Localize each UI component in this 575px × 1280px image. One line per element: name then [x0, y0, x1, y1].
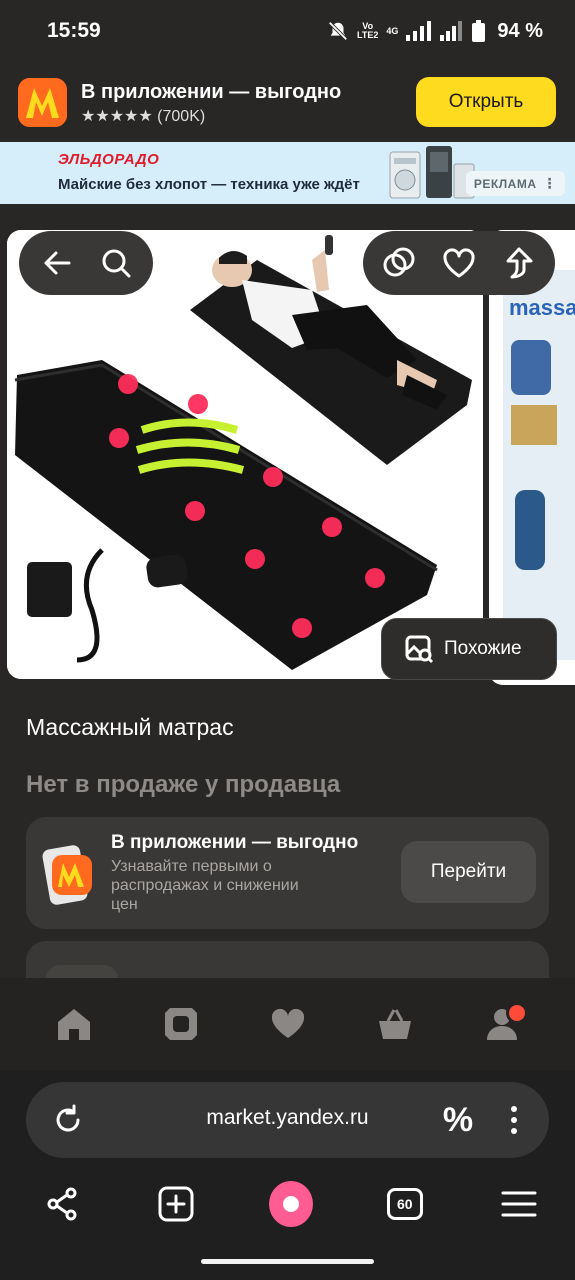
product-title: Массажный матрас: [26, 714, 234, 740]
product-gallery[interactable]: massage Похожие: [0, 230, 575, 685]
compare-icon: [383, 247, 415, 277]
tab-home[interactable]: [44, 994, 104, 1054]
similar-label: Похожие: [444, 638, 522, 659]
open-app-button[interactable]: Открыть: [416, 77, 556, 127]
tabs-switcher-button[interactable]: 60: [383, 1182, 427, 1226]
image-search-icon: [405, 635, 434, 664]
alice-button[interactable]: [268, 1181, 313, 1227]
more-vertical-icon: [511, 1106, 517, 1134]
signal-2-icon: [440, 21, 463, 41]
battery-percent: 94 %: [497, 19, 543, 42]
ad-more-icon[interactable]: ⋮: [543, 175, 558, 192]
next-product-photo[interactable]: massage: [489, 230, 575, 685]
ad-banner[interactable]: ЭЛЬДОРАДО Майские без хлопот — техника у…: [0, 142, 575, 204]
back-arrow-icon: [44, 251, 70, 275]
tabs-count: 60: [386, 1188, 423, 1220]
share-button[interactable]: [497, 241, 541, 285]
signal-icon: [406, 21, 432, 41]
status-time: 15:59: [47, 19, 101, 42]
ad-badge[interactable]: РЕКЛАМА ⋮: [465, 171, 565, 196]
promo-subtitle: Узнавайте первыми о распродажах и снижен…: [111, 858, 299, 913]
box-text: massage: [509, 295, 575, 320]
add-box-icon: [158, 1186, 194, 1222]
market-phone-logo: [42, 845, 92, 905]
heart-outline-icon: [443, 248, 475, 278]
ad-badge-label: РЕКЛАМА: [473, 176, 537, 191]
tab-profile[interactable]: [472, 994, 532, 1054]
share-icon: [506, 247, 533, 279]
tab-cart[interactable]: [365, 994, 425, 1054]
discount-button[interactable]: %: [436, 1098, 480, 1142]
home-indicator[interactable]: [201, 1259, 374, 1264]
favorite-button[interactable]: [437, 241, 481, 285]
ad-appliance-image: [389, 146, 475, 199]
browser-toolbar: 60: [0, 1168, 575, 1240]
compare-button[interactable]: [377, 241, 421, 285]
page-menu-button[interactable]: [492, 1098, 536, 1142]
home-icon: [57, 1009, 90, 1040]
mute-icon: [328, 21, 348, 41]
volte-indicator: Vo LTE2: [357, 21, 379, 40]
search-icon: [102, 249, 130, 278]
browser-menu-button[interactable]: [497, 1182, 541, 1226]
heart-icon: [271, 1008, 304, 1038]
ad-text: Майские без хлопот — техника уже ждёт: [58, 176, 360, 193]
share-nodes-icon: [47, 1187, 77, 1221]
share-page-button[interactable]: [40, 1182, 84, 1226]
bottom-tab-bar: [0, 978, 575, 1070]
new-tab-button[interactable]: [154, 1182, 198, 1226]
percent-icon: %: [442, 1100, 474, 1139]
app-banner-title: В приложении — выгодно: [81, 81, 342, 103]
browser-chrome: market.yandex.ru % 60: [0, 1070, 575, 1280]
gallery-actions-pill: [363, 231, 555, 295]
search-button[interactable]: [94, 241, 138, 285]
app-rating: ★★★★★ (700K): [81, 108, 206, 125]
app-install-banner[interactable]: В приложении — выгодно ★★★★★ (700K) Откр…: [0, 62, 575, 142]
gallery-nav-pill: [19, 231, 153, 295]
product-photo[interactable]: [7, 230, 483, 679]
hamburger-menu-icon: [501, 1191, 537, 1217]
notification-dot: [505, 1002, 528, 1024]
availability-status: Нет в продаже у продавца: [26, 771, 341, 798]
address-bar[interactable]: market.yandex.ru %: [26, 1082, 549, 1158]
alice-icon: [268, 1181, 313, 1227]
cart-icon: [378, 1009, 411, 1039]
app-promo-card[interactable]: В приложении — выгодно Узнавайте первыми…: [26, 817, 549, 929]
promo-title: В приложении — выгодно: [111, 832, 359, 853]
status-icons: Vo LTE2 4G 94 %: [327, 18, 543, 44]
back-button[interactable]: [35, 241, 79, 285]
battery-icon: [472, 20, 486, 42]
similar-products-button[interactable]: Похожие: [381, 618, 557, 680]
tab-catalog[interactable]: [151, 994, 211, 1054]
catalog-icon: [164, 1008, 197, 1040]
status-bar: 15:59 Vo LTE2 4G 94 %: [0, 0, 575, 62]
go-to-app-button[interactable]: Перейти: [401, 841, 536, 903]
tab-favorites[interactable]: [258, 994, 318, 1054]
market-app-logo: [18, 78, 67, 127]
ad-brand: ЭЛЬДОРАДО: [58, 151, 160, 168]
network-type: 4G: [386, 25, 399, 36]
